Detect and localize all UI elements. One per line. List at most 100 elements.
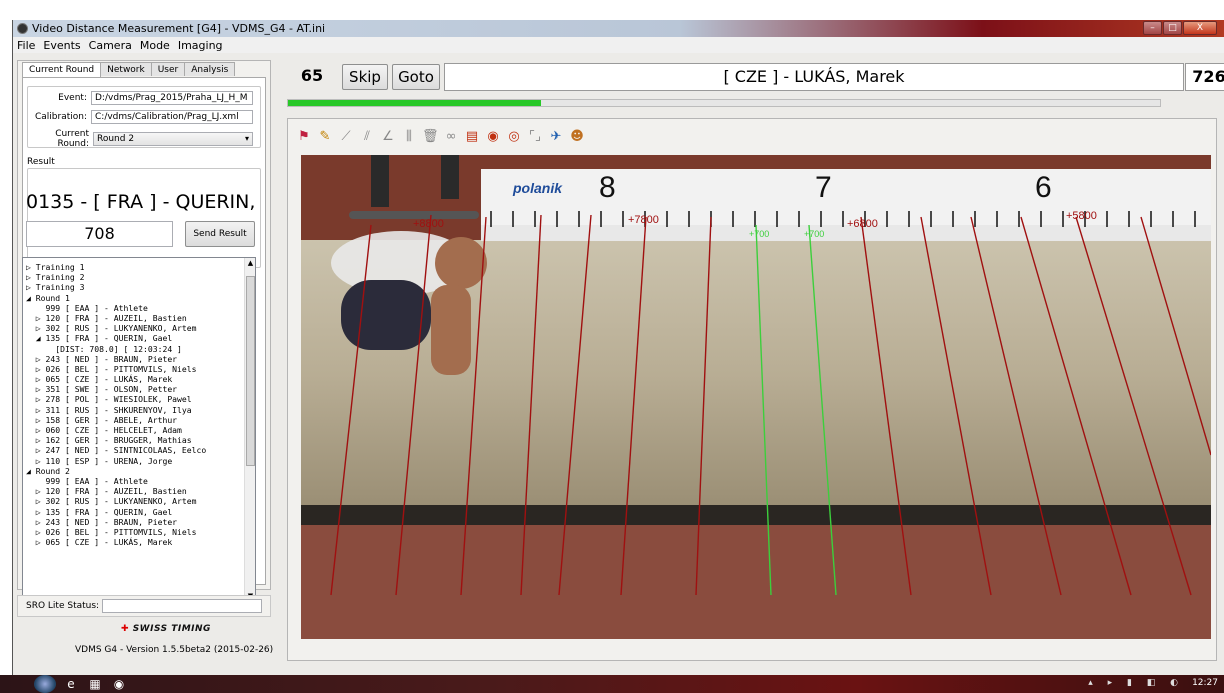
app-icon	[17, 23, 28, 34]
tree-item[interactable]: ▷ 243 [ NED ] - BRAUN, Pieter	[26, 354, 244, 364]
ruler-lines-icon[interactable]: ⫼	[401, 129, 417, 145]
distance-display: 726	[1185, 63, 1224, 91]
video-viewer: ⚑ ✎ ⟋ ⫽ ∠ ⫼ 🗑 ∞ ▤ ◉ ◎ ⌜⌟ ✈ ☻ polanik 8 7…	[287, 118, 1217, 661]
tree-item[interactable]: ▷ 243 [ NED ] - BRAUN, Pieter	[26, 517, 244, 527]
close-button[interactable]: X	[1183, 21, 1217, 35]
logo-text: SWISS TIMING	[132, 624, 211, 634]
tree-item[interactable]: ▷ Training 2	[26, 272, 244, 282]
tree-item[interactable]: ▷ 158 [ GER ] - ABELE, Arthur	[26, 415, 244, 425]
tree-item[interactable]: ◢ Round 1	[26, 293, 244, 303]
tree-item[interactable]: ▷ Training 3	[26, 282, 244, 292]
tree-item[interactable]: ▷ Training 1	[26, 262, 244, 272]
pencil-icon[interactable]: ✎	[317, 129, 333, 145]
measurement-toolbar: ⚑ ✎ ⟋ ⫽ ∠ ⫼ 🗑 ∞ ▤ ◉ ◎ ⌜⌟ ✈ ☻	[296, 129, 585, 145]
eye-icon[interactable]: ◉	[485, 129, 501, 145]
progress-bar	[287, 99, 1161, 107]
tree-item[interactable]: ▷ 247 [ NED ] - SINTNICOLAAS, Eelco	[26, 445, 244, 455]
sro-status-bar: SRO Lite Status:	[17, 595, 271, 617]
menu-mode[interactable]: Mode	[140, 39, 170, 52]
board-number-6: 6	[1035, 171, 1052, 204]
board-number-8: 8	[599, 171, 616, 204]
tree-item[interactable]: ▷ 278 [ POL ] - WIESIOLEK, Pawel	[26, 394, 244, 404]
window-title: Video Distance Measurement [G4] - VDMS_G…	[32, 22, 326, 35]
tree-item[interactable]: ▷ 110 [ ESP ] - URENA, Jorge	[26, 456, 244, 466]
menu-camera[interactable]: Camera	[89, 39, 132, 52]
result-group	[27, 168, 261, 268]
mark-8800: +8800	[413, 218, 444, 230]
title-bar[interactable]: Video Distance Measurement [G4] - VDMS_G…	[13, 20, 1224, 37]
send-result-button[interactable]: Send Result	[185, 221, 255, 247]
tree-item[interactable]: ▷ 302 [ RUS ] - LUKYANENKO, Artem	[26, 496, 244, 506]
swiss-timing-logo: ✚ SWISS TIMING	[121, 624, 211, 634]
camera-image[interactable]: polanik 8 7 6 +8800 +7800 +700 +700 +680…	[301, 155, 1211, 639]
menu-events[interactable]: Events	[43, 39, 80, 52]
tree-item[interactable]: ▷ 302 [ RUS ] - LUKYANENKO, Artem	[26, 323, 244, 333]
windows-taskbar: e ▦ ◉ ▴ ▸ ▮ ◧ ◐ 12:27	[0, 675, 1224, 693]
tree-item[interactable]: ◢ Round 2	[26, 466, 244, 476]
user-search-icon[interactable]: ☻	[569, 129, 585, 145]
tree-item[interactable]: ▷ 120 [ FRA ] - AUZEIL, Bastien	[26, 313, 244, 323]
clock: 12:27	[1192, 678, 1218, 688]
tree-item[interactable]: 999 [ EAA ] - Athlete	[26, 476, 244, 486]
board-brand: polanik	[512, 180, 563, 196]
database-icon[interactable]: ▤	[464, 129, 480, 145]
menu-file[interactable]: File	[17, 39, 35, 52]
tree-item[interactable]: ▷ 065 [ CZE ] - LUKÁS, Marek	[26, 374, 244, 384]
mark-5800: +5800	[1066, 210, 1097, 222]
scroll-thumb[interactable]	[246, 276, 255, 466]
calibration-field[interactable]: C:/vdms/Calibration/Prag_LJ.xml	[91, 110, 253, 124]
tree-item[interactable]: ▷ 120 [ FRA ] - AUZEIL, Bastien	[26, 486, 244, 496]
athlete-tree[interactable]: ▷ Training 1 ▷ Training 2 ▷ Training 3 ◢ Ro…	[22, 257, 256, 602]
tree-item[interactable]: ▷ 351 [ SWE ] - OLSON, Petter	[26, 384, 244, 394]
app-taskbar-icon[interactable]: ◉	[112, 677, 126, 691]
left-panel: Current Round Network User Analysis Even…	[17, 60, 271, 602]
goto-button[interactable]: Goto	[392, 64, 440, 90]
tree-item[interactable]: ▷ 135 [ FRA ] - QUERIN, Gael	[26, 507, 244, 517]
link-icon[interactable]: ∞	[443, 129, 459, 145]
version-text: VDMS G4 - Version 1.5.5beta2 (2015-02-26…	[75, 645, 274, 655]
round-select[interactable]: Round 2 ▾	[93, 132, 253, 146]
tree-item[interactable]: ▷ 162 [ GER ] - BRUGGER, Mathias	[26, 435, 244, 445]
event-field[interactable]: D:/vdms/Prag_2015/Praha_LJ_H_M	[91, 91, 253, 105]
line-tool-icon[interactable]: ⟋	[338, 129, 354, 145]
folder-icon[interactable]: ▦	[88, 677, 102, 691]
scroll-up-icon[interactable]: ▲	[246, 259, 255, 267]
mark-7800: +7800	[628, 214, 659, 226]
bird-icon[interactable]: ✈	[548, 129, 564, 145]
angled-lines-icon[interactable]: ∠	[380, 129, 396, 145]
current-athlete-display: 0135 - [ FRA ] - QUERIN, G	[26, 191, 258, 213]
target-icon[interactable]: ◎	[506, 129, 522, 145]
tree-item[interactable]: ▷ 065 [ CZE ] - LUKÁS, Marek	[26, 537, 244, 547]
tree-item[interactable]: ▷ 026 [ BEL ] - PITTOMVILS, Niels	[26, 364, 244, 374]
tab-user[interactable]: User	[150, 62, 186, 76]
start-button[interactable]	[34, 675, 56, 693]
round-select-value: Round 2	[97, 134, 135, 144]
tab-current-round[interactable]: Current Round	[22, 62, 102, 77]
athlete-name-display: [ CZE ] - LUKÁS, Marek	[444, 63, 1184, 91]
tree-item[interactable]: 999 [ EAA ] - Athlete	[26, 303, 244, 313]
tab-network[interactable]: Network	[100, 62, 152, 76]
sro-status-label: SRO Lite Status:	[26, 601, 100, 611]
parallel-lines-icon[interactable]: ⫽	[359, 129, 375, 145]
minimize-button[interactable]: –	[1143, 21, 1162, 35]
tree-item[interactable]: ▷ 026 [ BEL ] - PITTOMVILS, Niels	[26, 527, 244, 537]
tree-scrollbar[interactable]: ▲ ▼	[244, 258, 255, 601]
skip-button[interactable]: Skip	[342, 64, 388, 90]
tree-item[interactable]: [DIST: 708.0] [ 12:03:24 ]	[26, 344, 244, 354]
maximize-button[interactable]: □	[1163, 21, 1182, 35]
flag-icon[interactable]: ⚑	[296, 129, 312, 145]
distance-input[interactable]: 708	[26, 221, 173, 247]
menu-bar: File Events Camera Mode Imaging	[13, 37, 1224, 53]
menu-imaging[interactable]: Imaging	[178, 39, 223, 52]
tree-item[interactable]: ▷ 060 [ CZE ] - HELCELET, Adam	[26, 425, 244, 435]
trash-icon[interactable]: 🗑	[422, 129, 439, 145]
browser-icon[interactable]: e	[64, 677, 78, 691]
mark-green-1: +700	[749, 229, 769, 239]
system-tray: ▴ ▸ ▮ ◧ ◐	[1088, 678, 1184, 688]
mark-green-2: +700	[804, 229, 824, 239]
round-label: Current Round:	[55, 129, 89, 149]
tree-item[interactable]: ◢ 135 [ FRA ] - QUERIN, Gael	[26, 333, 244, 343]
bracket-icon[interactable]: ⌜⌟	[527, 129, 543, 145]
tree-item[interactable]: ▷ 311 [ RUS ] - SHKURENYOV, Ilya	[26, 405, 244, 415]
tab-analysis[interactable]: Analysis	[184, 62, 236, 76]
